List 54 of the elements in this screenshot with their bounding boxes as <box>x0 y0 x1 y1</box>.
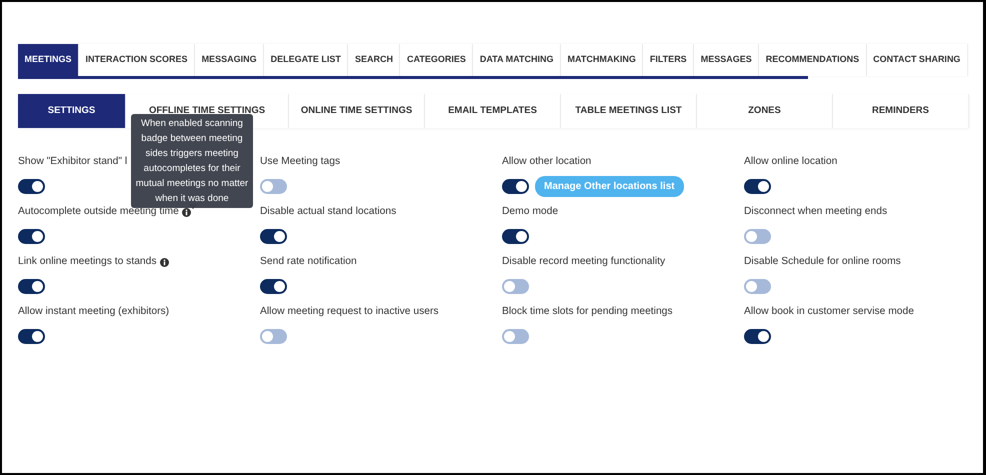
info-icon[interactable] <box>182 208 191 216</box>
tab[interactable]: SEARCH <box>348 44 400 76</box>
setting-label: Autocomplete outside meeting time <box>18 205 179 220</box>
tab[interactable]: FILTERS <box>643 44 694 76</box>
setting-label: Block time slots for pending meetings <box>502 305 673 320</box>
tab[interactable]: REMINDERS <box>833 94 969 128</box>
setting-label: Demo mode <box>502 205 558 220</box>
tab[interactable]: DATA MATCHING <box>473 44 562 76</box>
tab[interactable]: CATEGORIES <box>400 44 474 76</box>
toggle-switch[interactable] <box>502 279 529 294</box>
tab[interactable]: MESSAGING <box>195 44 264 76</box>
tooltip-arrow <box>188 204 198 209</box>
toggle-switch[interactable] <box>18 279 45 294</box>
tab[interactable]: MATCHMAKING <box>561 44 644 76</box>
setting-label: Show "Exhibitor stand" l <box>18 155 128 170</box>
toggle-switch[interactable] <box>18 229 45 244</box>
tab[interactable]: EMAIL TEMPLATES <box>425 94 561 128</box>
toggle-switch[interactable] <box>260 229 287 244</box>
toggle-switch[interactable] <box>260 329 287 344</box>
tab[interactable]: TABLE MEETINGS LIST <box>561 94 697 128</box>
tab[interactable]: DELEGATE LIST <box>264 44 348 76</box>
toggle-switch[interactable] <box>502 329 529 344</box>
setting-label: Allow book in customer servise mode <box>744 305 914 320</box>
tab[interactable]: SETTINGS <box>18 94 126 128</box>
setting-label: Link online meetings to stands <box>18 255 157 270</box>
tab[interactable]: MESSAGES <box>694 44 760 76</box>
setting-label: Allow other location <box>502 155 592 170</box>
setting-label: Use Meeting tags <box>260 155 340 170</box>
setting-label: Disable record meeting functionality <box>502 255 666 270</box>
setting-label: Allow online location <box>744 155 838 170</box>
setting-label: Allow instant meeting (exhibitors) <box>18 305 170 320</box>
tab[interactable]: MEETINGS <box>18 44 80 76</box>
toggle-switch[interactable] <box>502 179 529 194</box>
setting-label: Send rate notification <box>260 255 357 270</box>
info-icon[interactable] <box>160 258 169 266</box>
toggle-switch[interactable] <box>502 229 529 244</box>
tab[interactable]: INTERACTION SCORES <box>79 44 196 76</box>
tab[interactable]: RECOMMENDATIONS <box>759 44 867 76</box>
toggle-switch[interactable] <box>744 279 771 294</box>
toggle-switch[interactable] <box>260 179 287 194</box>
setting-label: Disable actual stand locations <box>260 205 396 220</box>
setting-label: Disable Schedule for online rooms <box>744 255 901 270</box>
toggle-switch[interactable] <box>744 179 771 194</box>
tab[interactable]: ONLINE TIME SETTINGS <box>289 94 425 128</box>
toggle-switch[interactable] <box>18 329 45 344</box>
tab[interactable]: ZONES <box>697 94 833 128</box>
tab[interactable]: CONTACT SHARING <box>866 44 968 76</box>
toggle-switch[interactable] <box>260 279 287 294</box>
toggle-switch[interactable] <box>744 229 771 244</box>
tooltip: When enabled scanning badge between meeting sides triggers meeting autocompletes for their mutual meetings no matter when it was done <box>131 114 253 208</box>
toggle-switch[interactable] <box>18 179 45 194</box>
setting-label: Disconnect when meeting ends <box>744 205 888 220</box>
toggle-switch[interactable] <box>744 329 771 344</box>
setting-label: Allow meeting request to inactive users <box>260 305 439 320</box>
